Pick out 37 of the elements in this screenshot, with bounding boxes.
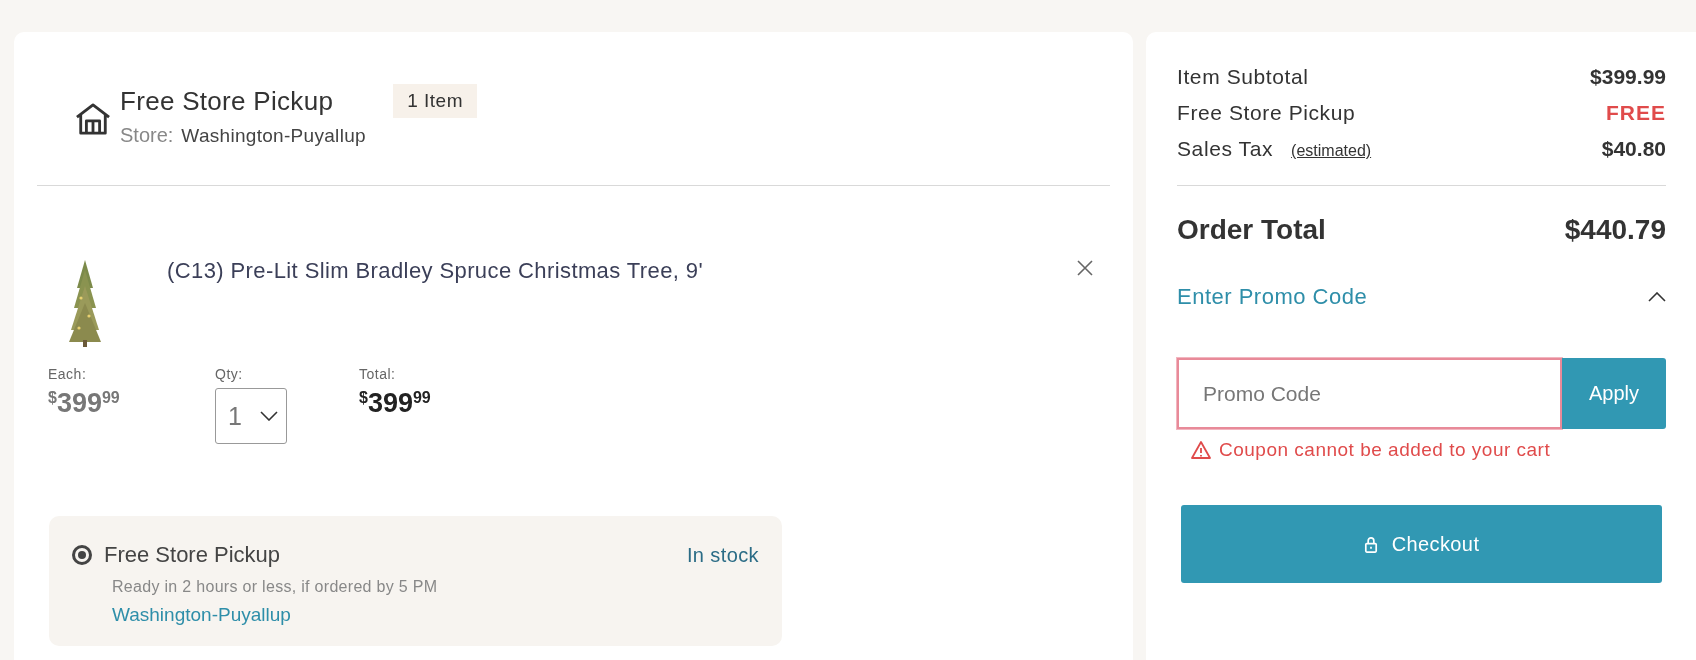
summary-value: $399.99 [1590, 65, 1666, 89]
error-message: Coupon cannot be added to your cart [1219, 438, 1551, 462]
apply-button[interactable]: Apply [1562, 358, 1666, 429]
chevron-up-icon[interactable] [1648, 292, 1666, 302]
total-price: $^{$}$399$^{99}$ [359, 388, 432, 419]
promo-toggle[interactable]: Enter Promo Code [1177, 284, 1368, 310]
chevron-down-icon [260, 411, 278, 421]
order-total-label: Order Total [1177, 214, 1326, 246]
summary-label: Item Subtotal [1177, 65, 1309, 89]
product-name[interactable]: (C13) Pre-Lit Slim Bradley Spruce Christmas Tree, 9' [167, 252, 767, 289]
summary-value: $40.80 [1601, 137, 1666, 161]
each-price: $^{$}$399$^{99}$ [48, 388, 121, 419]
item-count-badge: 1 Item [393, 84, 477, 118]
warning-icon [1191, 441, 1211, 459]
summary-value: FREE [1606, 101, 1666, 125]
estimated-link[interactable]: (estimated) [1291, 142, 1372, 160]
lock-icon [1363, 535, 1378, 553]
close-icon[interactable] [1077, 260, 1093, 276]
stock-status: In stock [686, 543, 759, 567]
summary-label: Free Store Pickup [1177, 101, 1356, 125]
store-link[interactable]: Washington-Puyallup [112, 604, 291, 626]
each-label: Each: [48, 366, 88, 382]
order-total-value: $440.79 [1564, 214, 1666, 246]
summary-label: Sales Tax [1177, 137, 1274, 161]
qty-select[interactable]: 1 [215, 388, 287, 444]
store-icon [74, 102, 112, 136]
store-name: Washington-Puyallup [181, 125, 366, 147]
total-label: Total: [359, 366, 397, 382]
pickup-note: Ready in 2 hours or less, if ordered by 5 PM [112, 578, 439, 596]
store-label: Store: [120, 124, 174, 147]
option-title: Free Store Pickup [104, 542, 281, 568]
promo-code-field[interactable]: Promo Code [1177, 358, 1562, 429]
pickup-option-card[interactable]: Free Store Pickup In stock Ready in 2 hours or less, if ordered by 5 PM Washington-Puyallup [49, 516, 782, 646]
checkout-button[interactable]: Checkout [1181, 505, 1662, 583]
section-title: Free Store Pickup [120, 85, 334, 117]
qty-label: Qty: [215, 366, 244, 382]
radio-button[interactable] [72, 545, 92, 565]
